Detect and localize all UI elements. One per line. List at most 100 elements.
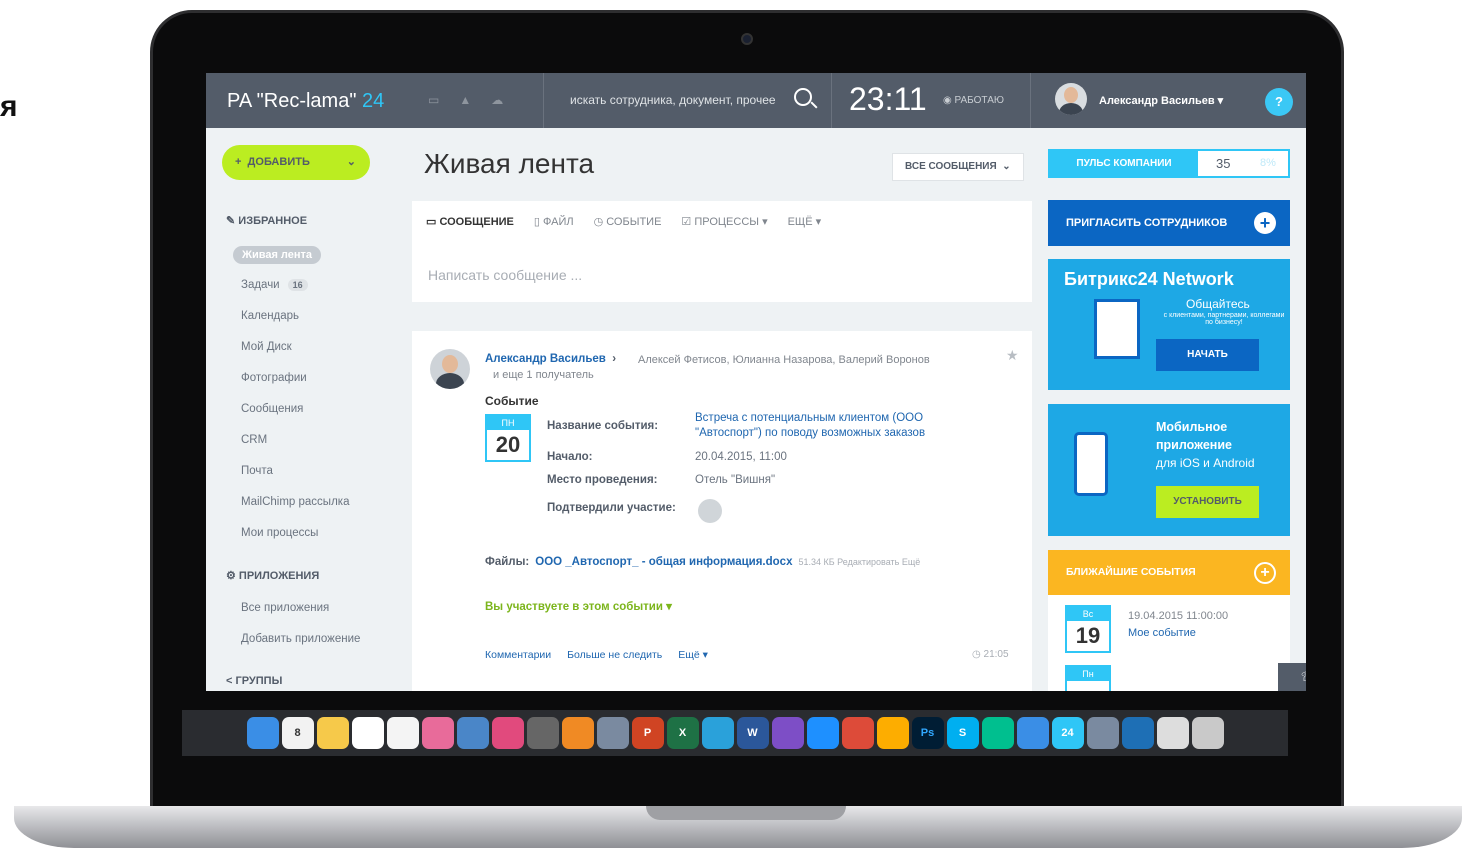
favorites-header[interactable]: ✎ ИЗБРАННОЕ (226, 214, 307, 227)
dock-app-rem-icon[interactable] (386, 717, 419, 749)
dock-app-safari-icon[interactable] (806, 717, 839, 749)
sidebar-item-drive[interactable]: Мой Диск (241, 341, 292, 353)
dock-app-viber-icon[interactable] (771, 717, 804, 749)
pulse-percent: 8% (1260, 157, 1276, 169)
main-content: Живая лента ВСЕ СООБЩЕНИЯ ⌄ ▭ СООБЩЕНИЕ … (412, 128, 1032, 691)
dock-app-trash-icon[interactable] (1191, 717, 1224, 749)
dock-app-preview-icon[interactable] (456, 717, 489, 749)
dock-app-finder-icon[interactable] (246, 717, 279, 749)
tab-event[interactable]: ◷ СОБЫТИЕ (594, 215, 662, 228)
user-name[interactable]: Александр Васильев ▾ (1099, 94, 1223, 107)
cloud-icon[interactable]: ☁ (491, 93, 503, 107)
dock-app-24-icon[interactable]: 24 (1051, 717, 1084, 749)
install-button[interactable]: УСТАНОВИТЬ (1156, 486, 1259, 518)
sidebar-item-tasks[interactable]: Задачи 16 (241, 279, 308, 291)
dock-app-8-icon[interactable]: 8 (281, 717, 314, 749)
brand-logo[interactable]: PA "Rec-lama" 24 (227, 90, 384, 113)
sidebar-item-all-apps[interactable]: Все приложения (241, 602, 329, 614)
avatar[interactable] (1055, 83, 1087, 115)
mobile-title: Мобильное приложение (1156, 420, 1232, 452)
bell-icon[interactable]: ▲ (459, 93, 471, 107)
company-pulse[interactable]: ПУЛЬС КОМПАНИИ 35 8% (1048, 149, 1290, 178)
upcoming-events-header[interactable]: БЛИЖАЙШИЕ СОБЫТИЯ + (1048, 550, 1290, 595)
participation-status[interactable]: Вы участвуете в этом событии ▾ (485, 599, 672, 613)
tab-message[interactable]: ▭ СООБЩЕНИЕ (426, 215, 514, 228)
sidebar-item-mail[interactable]: Почта (241, 465, 273, 477)
invite-employees-button[interactable]: ПРИГЛАСИТЬ СОТРУДНИКОВ + (1048, 200, 1290, 246)
chat-icon[interactable]: ▭ (428, 93, 439, 107)
author-avatar[interactable] (430, 349, 470, 389)
dock-app-telegram-icon[interactable] (701, 717, 734, 749)
dock-app-books-icon[interactable] (561, 717, 594, 749)
dock-app-globe-icon[interactable] (1121, 717, 1154, 749)
dock-app-ps-icon[interactable]: Ps (911, 717, 944, 749)
phone-icon[interactable]: ☏ (1301, 669, 1306, 685)
star-icon[interactable]: ★ (1006, 347, 1019, 364)
next-event-calendar-icon: Пн (1065, 665, 1111, 691)
sidebar-item-live-feed[interactable]: Живая лента (233, 246, 322, 264)
event-name[interactable]: Мое событие (1128, 627, 1196, 639)
network-title: Битрикс24 Network (1064, 269, 1234, 289)
composer: ▭ СООБЩЕНИЕ ▯ ФАЙЛ ◷ СОБЫТИЕ ☑ ПРОЦЕССЫ … (412, 201, 1032, 302)
network-start-button[interactable]: НАЧАТЬ (1156, 339, 1259, 371)
sidebar-item-photos[interactable]: Фотографии (241, 372, 307, 384)
tab-file[interactable]: ▯ ФАЙЛ (534, 215, 574, 228)
event-start-label: Начало: (547, 451, 593, 463)
plus-icon[interactable]: + (1254, 562, 1276, 584)
dock-app-docs-icon[interactable] (351, 717, 384, 749)
post-author[interactable]: Александр Васильев › (485, 353, 616, 365)
dock-app-finder2-icon[interactable] (1156, 717, 1189, 749)
dock-app-notes-icon[interactable] (316, 717, 349, 749)
dock-app-x-icon[interactable]: X (666, 717, 699, 749)
sidebar-item-add-app[interactable]: Добавить приложение (241, 633, 360, 645)
message-input[interactable]: Написать сообщение ... (428, 267, 582, 283)
dock-app-p-icon[interactable]: P (631, 717, 664, 749)
help-button[interactable]: ? (1265, 88, 1293, 116)
event-name-value[interactable]: Встреча с потенциальным клиентом (ООО "А… (695, 411, 965, 441)
network-subtitle: Общайтесь (1186, 297, 1250, 311)
dock-app-itunes-icon[interactable] (491, 717, 524, 749)
participant-avatar[interactable] (698, 499, 722, 523)
search-input[interactable]: искать сотрудника, документ, прочее (570, 93, 776, 107)
dock-app-preview2-icon[interactable] (1086, 717, 1119, 749)
dock-app-play-icon[interactable] (1016, 717, 1049, 749)
apps-header[interactable]: ⚙ ПРИЛОЖЕНИЯ (226, 569, 319, 582)
post-recipients-more[interactable]: и еще 1 получатель (493, 369, 594, 381)
sidebar-item-mailchimp[interactable]: MailChimp рассылка (241, 496, 349, 508)
tab-processes[interactable]: ☑ ПРОЦЕССЫ ▾ (681, 215, 767, 228)
tab-more[interactable]: ЕЩЁ ▾ (788, 215, 822, 228)
file-link[interactable]: ООО _Автоспорт_ - общая информация.docx (535, 556, 792, 568)
dock-app-w-icon[interactable]: W (736, 717, 769, 749)
dock-app-s-icon[interactable]: S (946, 717, 979, 749)
event-item[interactable]: Вс 19 19.04.2015 11:00:00 Мое событие Пн (1048, 595, 1290, 691)
dock-app-settings-icon[interactable] (526, 717, 559, 749)
page-title: Живая лента (424, 148, 595, 179)
messages-filter[interactable]: ВСЕ СООБЩЕНИЯ ⌄ (892, 153, 1024, 181)
event-start-value: 20.04.2015, 11:00 (695, 451, 787, 463)
sidebar-item-messages[interactable]: Сообщения (241, 403, 303, 415)
comments-link[interactable]: Комментарии (485, 649, 551, 661)
search-icon[interactable] (794, 88, 812, 106)
sidebar-item-calendar[interactable]: Календарь (241, 310, 299, 322)
event-place-label: Место проведения: (547, 474, 658, 486)
dock-app-chrome-icon[interactable] (841, 717, 874, 749)
camera (741, 33, 753, 45)
unfollow-link[interactable]: Больше не следить (567, 649, 662, 661)
dock-app-rocket-icon[interactable] (596, 717, 629, 749)
mobile-promo: Мобильное приложение для iOS и Android У… (1048, 404, 1290, 536)
groups-header[interactable]: < ГРУППЫ (226, 675, 282, 687)
post-time: ◷ 21:05 (972, 649, 1009, 660)
dock-app-sketch-icon[interactable] (876, 717, 909, 749)
dock-app-photos-icon[interactable] (421, 717, 454, 749)
file-meta[interactable]: 51.34 КБ Редактировать Ещё (798, 557, 920, 567)
clock[interactable]: 23:11 (849, 81, 927, 118)
sidebar-item-processes[interactable]: Мои процессы (241, 527, 318, 539)
composer-tabs: ▭ СООБЩЕНИЕ ▯ ФАЙЛ ◷ СОБЫТИЕ ☑ ПРОЦЕССЫ … (426, 215, 821, 228)
add-button[interactable]: + ДОБАВИТЬ ⌄ (222, 145, 370, 180)
dock-app-vine-icon[interactable] (981, 717, 1014, 749)
work-status[interactable]: РАБОТАЮ (943, 95, 1004, 106)
post-recipients[interactable]: Алексей Фетисов, Юлианна Назарова, Валер… (638, 354, 930, 366)
sidebar-item-crm[interactable]: CRM (241, 434, 267, 446)
event-type: Событие (485, 394, 539, 408)
more-link[interactable]: Ещё ▾ (678, 649, 708, 661)
